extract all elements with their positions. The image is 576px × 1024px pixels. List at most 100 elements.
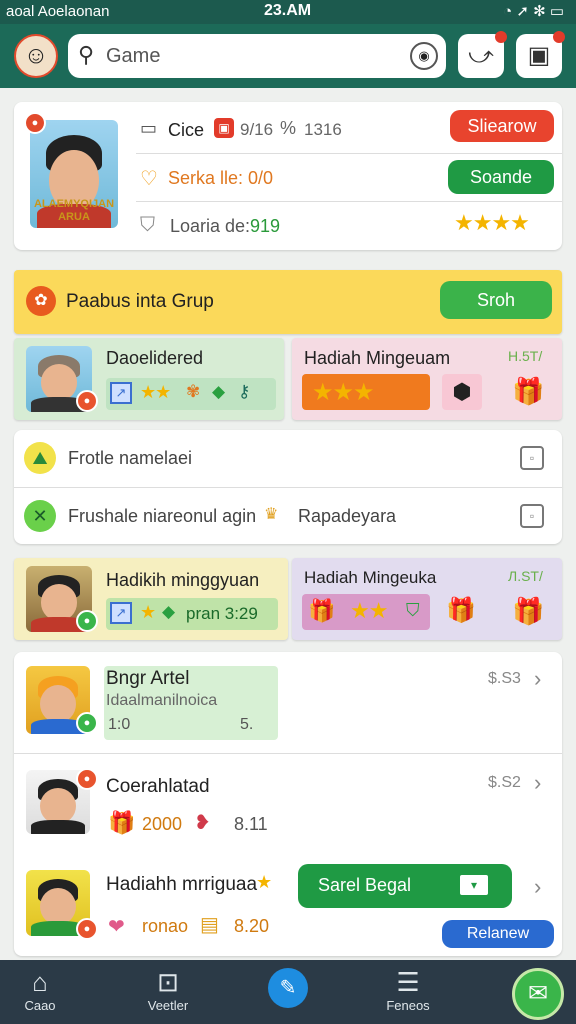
nav-item-home[interactable]: ⌂ Caao: [0, 966, 80, 1013]
rating-stars: ★★★★: [454, 210, 530, 235]
chevron-right-icon[interactable]: ›: [534, 874, 541, 900]
player-3-v1: ronao: [142, 916, 189, 936]
avatar-face: [40, 685, 76, 724]
gem-icon: ◆: [162, 602, 176, 621]
profile-row1-label: Cice: [168, 120, 205, 140]
coin-icon: ▣: [214, 118, 234, 138]
nav-item-shop[interactable]: ⊡ Veetler: [128, 966, 208, 1013]
percent-icon: %: [280, 118, 297, 138]
group-icon: ✿: [26, 286, 56, 316]
share-button[interactable]: ⤻: [458, 31, 507, 78]
player-2-price: $.S2: [488, 774, 521, 791]
reward-star: ★: [140, 602, 156, 622]
profile-row3-label: Loaria de:: [170, 216, 251, 236]
player-2-name: Coerahlatad: [106, 776, 210, 797]
voice-search-icon[interactable]: ◉: [410, 42, 438, 70]
reward-card-left-2[interactable]: ● Hadikih minggyuan ↗ ★ ◆ pran 3:29: [14, 558, 288, 640]
candy-icon: ✾: [186, 382, 201, 401]
gift-box-icon: 🎁: [308, 598, 336, 623]
expand-icon[interactable]: ▫: [520, 504, 544, 528]
chat-icon: ▭: [140, 118, 158, 138]
star-icon: ★: [256, 872, 272, 892]
divider: [14, 753, 562, 754]
list-card: ⛰ Frotle namelaei ▫ ✕ Frushale niareonul…: [14, 430, 562, 544]
reward-stars: ★★: [350, 598, 388, 623]
mascot-logo-icon[interactable]: ☺: [14, 34, 58, 78]
player-row-3[interactable]: ● Hadiahh mrriguaa ★ ❤ ronao ▤ 8.20 Sare…: [14, 854, 562, 954]
inbox-button[interactable]: ▣: [516, 31, 565, 78]
gift-box-icon: 🎁: [446, 597, 476, 624]
reward-card-right[interactable]: Hadiah Mingeuam H.5T/ ★★★ ⬢ 🎁: [292, 338, 562, 420]
profile-row3-value: 919: [250, 216, 281, 236]
profile-row2-label: Serka lle: 0/0: [168, 168, 274, 188]
chevron-right-icon[interactable]: ›: [534, 770, 541, 796]
reward-left-2-items: ↗ ★ ◆ pran 3:29: [106, 598, 278, 630]
shield-icon: ⛉: [406, 600, 420, 620]
player-1-v2: 5.: [240, 716, 254, 733]
heart-icon: ❤: [108, 916, 125, 938]
player-row-2[interactable]: ● Coerahlatad 🎁 2000 ❥ 8.11 $.S2 ›: [14, 756, 562, 852]
home-icon: ⌂: [32, 967, 48, 997]
reward-card-right-2[interactable]: Hadiah Mingeuka Л.ST/ 🎁 ★★ ⛉ 🎁 🎁: [292, 558, 562, 640]
nav-label-menu: Feneos: [386, 998, 430, 1013]
profile-card: ● ALAEMYQIJAN ARUA ▭ Cice ▣ 9/16 % 1316 …: [14, 102, 562, 250]
reward-left-title: Daoelidered: [106, 348, 204, 368]
nav-center-button[interactable]: ✎: [268, 968, 308, 1008]
reward-right-2-title: Hadiah Mingeuka: [304, 568, 437, 587]
player-1-v1: 1:0: [108, 716, 131, 733]
level-badge-icon: ●: [24, 112, 46, 134]
list-row-2-extra: Rapadeyara: [298, 506, 397, 526]
profile-row1-button[interactable]: Sliearow: [450, 110, 554, 142]
treasure-icon: ▤: [200, 914, 219, 936]
gift-box-icon: 🎁: [512, 376, 545, 406]
expand-icon[interactable]: ▫: [520, 446, 544, 470]
profile-row2-button[interactable]: Soande: [448, 160, 554, 194]
app-header: ☺ ⚲ ◉ ⤻ ▣: [0, 24, 576, 88]
player-1-info: Bngr Artel Idaalmanilnoica 1:0 5.: [104, 666, 278, 740]
clock: 23.AM: [264, 2, 312, 19]
inbox-icon: ▣: [527, 42, 551, 69]
shield-icon: ⛉: [140, 214, 155, 236]
player-1-name: Bngr Artel: [106, 668, 190, 689]
gift-box-icon: 🎁: [108, 810, 136, 835]
avatar-shirt: [31, 819, 85, 834]
list-row-1[interactable]: ⛰ Frotle namelaei ▫: [14, 430, 562, 487]
nav-item-menu[interactable]: ☰ Feneos: [368, 966, 448, 1013]
reward-left-2-title: Hadikih minggyuan: [106, 570, 260, 590]
chart-icon: ↗: [110, 602, 132, 624]
search-box[interactable]: ⚲ ◉: [68, 34, 446, 78]
gem-icon: ◆: [212, 382, 226, 401]
list-row-2-label: Frushale niareonul agin: [68, 506, 257, 526]
avatar-face: [40, 584, 78, 622]
send-gift-button[interactable]: Sarel Begal ▾: [298, 864, 512, 908]
send-gift-label: Sarel Begal: [318, 875, 412, 895]
avatar-badge-icon: ●: [76, 768, 98, 790]
reward-card-left[interactable]: ● Daoelidered ↗ ★★ ✾ ◆ ⚷: [14, 338, 284, 420]
status-bar: aoal Aoelaonan 23.AM ◔ ➚ ✻ ▭: [0, 0, 576, 24]
share-icon: ⤻: [468, 42, 494, 69]
reward-right-2-value: Л.ST/: [508, 568, 543, 584]
avatar-face: [40, 364, 78, 402]
avatar-badge-icon: ●: [76, 918, 98, 940]
envelope-icon: ✉: [527, 980, 549, 1007]
reward-left-items: ↗ ★★ ✾ ◆ ⚷: [106, 378, 276, 410]
carrier-text: aoal Aoelaonan: [6, 3, 110, 20]
avatar-face: [40, 888, 76, 926]
search-input[interactable]: [106, 42, 406, 70]
group-join-button[interactable]: Sroh: [440, 281, 552, 319]
chevron-right-icon[interactable]: ›: [534, 666, 541, 692]
notification-dot: [495, 31, 507, 43]
list-row-2[interactable]: ✕ Frushale niareonul agin ♛ Rapadeyara ▫: [14, 488, 562, 544]
reward-left-2-value: pran 3:29: [186, 604, 258, 623]
player-3-v2: 8.20: [234, 916, 270, 936]
renew-button[interactable]: Relanew: [442, 920, 554, 948]
cross-swords-icon: ✕: [24, 500, 56, 532]
mountain-icon: ⛰: [24, 442, 56, 474]
envelope-fab-button[interactable]: ✉: [512, 968, 564, 1020]
status-icons: ◔ ➚ ✻ ▭: [503, 3, 564, 20]
reward-stars: ★★: [140, 382, 171, 402]
reward-right-stars-box: ★★★: [302, 374, 430, 410]
nav-label-home: Caao: [24, 998, 56, 1013]
crown-icon: ♛: [264, 506, 279, 523]
player-row-1[interactable]: ● Bngr Artel Idaalmanilnoica 1:0 5. $.S3…: [14, 652, 562, 752]
